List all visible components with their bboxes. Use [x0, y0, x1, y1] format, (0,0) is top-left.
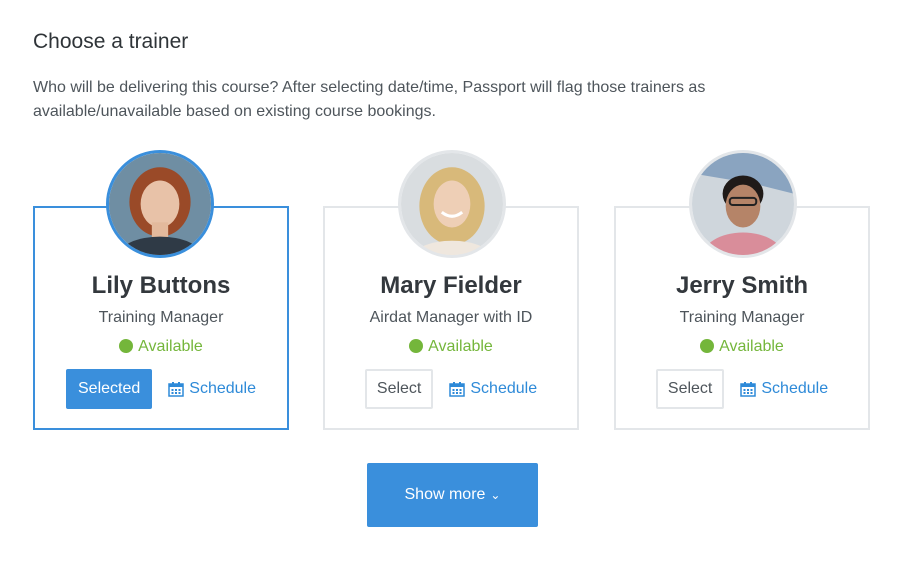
availability-label: Available	[428, 338, 493, 355]
trainer-role: Training Manager	[98, 309, 224, 326]
select-button[interactable]: Select	[364, 369, 434, 409]
avatar-photo-mary	[401, 153, 503, 255]
show-more-label: Show more	[404, 486, 486, 503]
dot-icon	[409, 339, 424, 353]
schedule-link[interactable]: Schedule	[168, 380, 256, 398]
trainer-avatar	[398, 150, 506, 258]
trainer-avatar	[689, 150, 797, 258]
page-description: Who will be delivering this course? Afte…	[33, 79, 706, 120]
calendar-icon	[740, 382, 757, 397]
availability-status: Available	[616, 338, 868, 356]
avatar-photo-jerry	[692, 153, 794, 255]
availability-label: Available	[138, 338, 203, 355]
avatar-photo-lily	[109, 153, 211, 255]
availability-status: Available	[35, 338, 287, 356]
schedule-label: Schedule	[470, 380, 538, 397]
dot-icon	[700, 339, 715, 353]
trainer-name: Mary Fielder	[380, 272, 522, 299]
trainer-name: Jerry Smith	[675, 272, 809, 299]
chevron-down-icon: ⌄	[490, 488, 501, 502]
show-more-button[interactable]: Show more ⌄	[367, 463, 538, 527]
trainer-role: Airdat Manager with ID	[369, 309, 533, 326]
select-button[interactable]: Select	[655, 369, 725, 409]
calendar-icon	[168, 382, 185, 397]
availability-label: Available	[719, 338, 784, 355]
schedule-link[interactable]: Schedule	[449, 380, 537, 398]
schedule-label: Schedule	[189, 380, 256, 397]
availability-status: Available	[325, 338, 577, 356]
trainer-name: Lily Buttons	[91, 272, 231, 299]
calendar-icon	[449, 382, 466, 397]
selected-button[interactable]: Selected	[66, 369, 153, 409]
trainer-avatar	[106, 150, 214, 258]
schedule-link[interactable]: Schedule	[740, 380, 828, 398]
trainer-role: Training Manager	[679, 309, 805, 326]
page-title: Choose a trainer	[33, 30, 189, 53]
schedule-label: Schedule	[761, 380, 829, 397]
dot-icon	[119, 339, 134, 353]
